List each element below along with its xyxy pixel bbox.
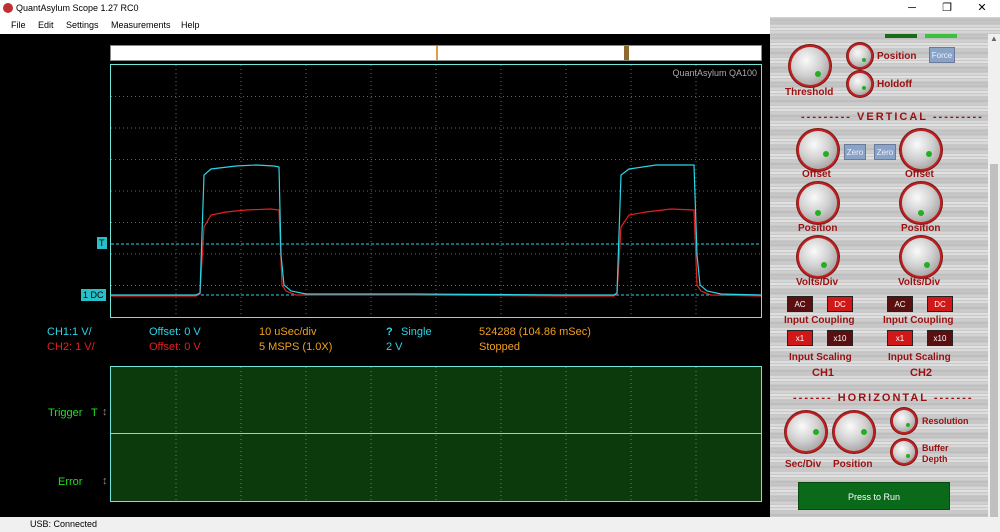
ch2-volts-div-knob[interactable]	[902, 238, 940, 276]
ch1-offset-knob[interactable]	[799, 131, 837, 169]
trigger-flag[interactable]: T	[97, 237, 107, 249]
ch2-volts-div-label: Volts/Div	[898, 277, 941, 288]
ch1-offset-label: Offset	[802, 169, 831, 180]
run-state: Stopped	[479, 341, 520, 353]
close-icon[interactable]: ✕	[967, 0, 997, 17]
holdoff-knob[interactable]	[849, 73, 871, 95]
trigger-position-label: Position	[877, 51, 917, 62]
threshold-knob[interactable]	[791, 47, 829, 85]
menu-edit[interactable]: Edit	[38, 20, 54, 30]
sec-div-knob[interactable]	[787, 413, 825, 451]
ch2-offset: Offset: 0 V	[149, 341, 201, 353]
error-row-arrows-icon[interactable]: ↕	[102, 475, 108, 487]
ch2-position-label: Position	[901, 223, 941, 234]
overview-marker	[436, 46, 438, 60]
ch2-input-scaling-label: Input Scaling	[888, 352, 951, 363]
resolution-knob[interactable]	[893, 410, 915, 432]
buffer-depth-label-1: Buffer	[922, 443, 949, 453]
trigger-row-arrows-icon[interactable]: ↕	[102, 406, 108, 418]
vertical-section-title: --------- VERTICAL ---------	[801, 111, 984, 123]
digital-grid	[175, 367, 697, 501]
usb-status: USB: Connected	[30, 519, 98, 529]
menu-measurements[interactable]: Measurements	[111, 20, 171, 30]
app-icon	[3, 3, 13, 13]
sec-div-label: Sec/Div	[785, 459, 822, 470]
horizontal-position-knob[interactable]	[835, 413, 873, 451]
threshold-label: Threshold	[785, 87, 834, 98]
ch1-zero-button[interactable]: Zero	[844, 144, 866, 160]
ch2-offset-knob[interactable]	[902, 131, 940, 169]
trigger-level: 2 V	[386, 341, 403, 353]
scrollbar-thumb[interactable]	[990, 164, 998, 517]
run-button[interactable]: Press to Run	[798, 482, 950, 510]
ch2-zero-button[interactable]: Zero	[874, 144, 896, 160]
ch2-ac-button[interactable]: AC	[887, 296, 913, 312]
brand-label: QuantAsylum QA100	[672, 68, 757, 78]
ch1-x1-button[interactable]: x1	[787, 330, 813, 346]
ch1-x10-button[interactable]: x10	[827, 330, 853, 346]
trigger-mode-led	[885, 34, 917, 38]
trigger-mark: ?	[386, 326, 393, 338]
ch1-offset: Offset: 0 V	[149, 326, 201, 338]
status-bar: USB: Connected	[0, 517, 1000, 532]
ch2-position-knob[interactable]	[902, 184, 940, 222]
scroll-up-icon[interactable]: ▲	[988, 34, 1000, 46]
ch1-scale: CH1:1 V/	[47, 326, 92, 338]
error-row-label: Error	[58, 476, 83, 488]
ch2-scale: CH2: 1 V/	[47, 341, 95, 353]
menu-settings[interactable]: Settings	[66, 20, 99, 30]
ch2-x10-button[interactable]: x10	[927, 330, 953, 346]
horizontal-section-title: ------- HORIZONTAL -------	[793, 392, 974, 404]
ch1-position-knob[interactable]	[799, 184, 837, 222]
horizontal-position-label: Position	[833, 459, 873, 470]
force-button[interactable]: Force	[929, 47, 955, 63]
graticule	[111, 65, 761, 317]
maximize-icon[interactable]: ❐	[932, 0, 962, 17]
waveform-svg	[111, 65, 761, 317]
trigger-row-flag: T	[91, 407, 98, 419]
buffer-size: 524288 (104.86 mSec)	[479, 326, 591, 338]
trigger-position-knob[interactable]	[849, 45, 871, 67]
ch1-ac-button[interactable]: AC	[787, 296, 813, 312]
title-bar: QuantAsylum Scope 1.27 RC0 ─ ❐ ✕	[0, 0, 1000, 17]
timebase: 10 uSec/div	[259, 326, 317, 338]
control-panel-scrollbar[interactable]: ▲	[988, 34, 1000, 517]
ch1-dc-button[interactable]: DC	[827, 296, 853, 312]
digital-panel	[110, 366, 762, 502]
window-title: QuantAsylum Scope 1.27 RC0	[16, 3, 139, 13]
resolution-label: Resolution	[922, 416, 969, 426]
ch2-x1-button[interactable]: x1	[887, 330, 913, 346]
trigger-mode: Single	[401, 326, 432, 338]
ch1-input-scaling-label: Input Scaling	[789, 352, 852, 363]
ch2-dc-button[interactable]: DC	[927, 296, 953, 312]
ch1-volts-div-knob[interactable]	[799, 238, 837, 276]
holdoff-label: Holdoff	[877, 79, 912, 90]
ch1-volts-div-label: Volts/Div	[796, 277, 839, 288]
minimize-icon[interactable]: ─	[897, 0, 927, 17]
menu-file[interactable]: File	[11, 20, 26, 30]
sample-rate: 5 MSPS (1.0X)	[259, 341, 333, 353]
buffer-depth-knob[interactable]	[893, 441, 915, 463]
buffer-overview-bar[interactable]	[110, 45, 762, 61]
waveform-display[interactable]: QuantAsylum QA100	[110, 64, 762, 318]
channel1-flag[interactable]: 1 DC	[81, 289, 106, 301]
trigger-mode-led-2	[925, 34, 957, 38]
ch1-position-label: Position	[798, 223, 838, 234]
ch1-column-label: CH1	[812, 367, 835, 379]
panel-divider	[111, 433, 761, 434]
ch1-input-coupling-label: Input Coupling	[784, 315, 855, 326]
ch2-column-label: CH2	[910, 367, 933, 379]
menu-help[interactable]: Help	[181, 20, 200, 30]
ch2-offset-label: Offset	[905, 169, 934, 180]
trigger-row-label: Trigger	[48, 407, 83, 419]
buffer-depth-label-2: Depth	[922, 454, 948, 464]
overview-window[interactable]	[624, 46, 629, 60]
ch2-input-coupling-label: Input Coupling	[883, 315, 954, 326]
